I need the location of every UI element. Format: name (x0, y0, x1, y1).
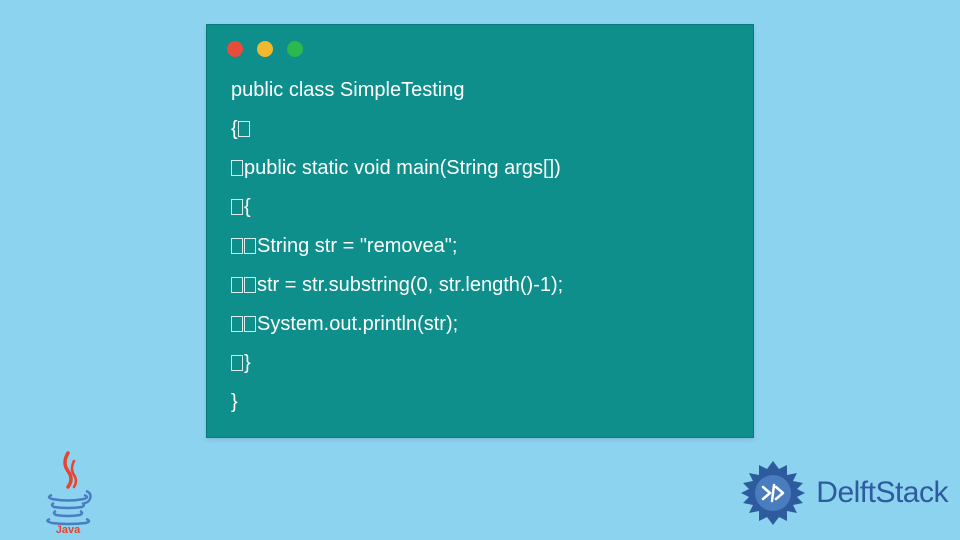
tab-glyph (244, 277, 256, 293)
svg-text:Java: Java (56, 524, 81, 535)
code-window: public class SimpleTesting{public static… (206, 24, 754, 438)
code-line: str = str.substring(0, str.length()-1); (231, 266, 729, 305)
code-line: } (231, 383, 729, 422)
tab-glyph (231, 277, 243, 293)
code-line: } (231, 344, 729, 383)
tab-glyph (244, 316, 256, 332)
delftstack-logo: DelftStack (736, 456, 948, 530)
code-block: public class SimpleTesting{public static… (207, 65, 753, 442)
tab-glyph (231, 238, 243, 254)
tab-glyph (244, 238, 256, 254)
tab-glyph (231, 316, 243, 332)
tab-glyph (231, 160, 243, 176)
code-line: String str = "removea"; (231, 227, 729, 266)
delftstack-emblem-icon (736, 456, 810, 530)
code-line: { (231, 110, 729, 149)
java-logo-icon: Java (42, 449, 94, 535)
code-line: public class SimpleTesting (231, 71, 729, 110)
close-icon[interactable] (227, 41, 243, 57)
tab-glyph (231, 355, 243, 371)
code-line: public static void main(String args[]) (231, 149, 729, 188)
delftstack-label: DelftStack (816, 476, 948, 510)
minimize-icon[interactable] (257, 41, 273, 57)
tab-glyph (231, 199, 243, 215)
window-controls (207, 25, 753, 65)
maximize-icon[interactable] (287, 41, 303, 57)
code-line: System.out.println(str); (231, 305, 729, 344)
code-line: { (231, 188, 729, 227)
tab-glyph (238, 121, 250, 137)
